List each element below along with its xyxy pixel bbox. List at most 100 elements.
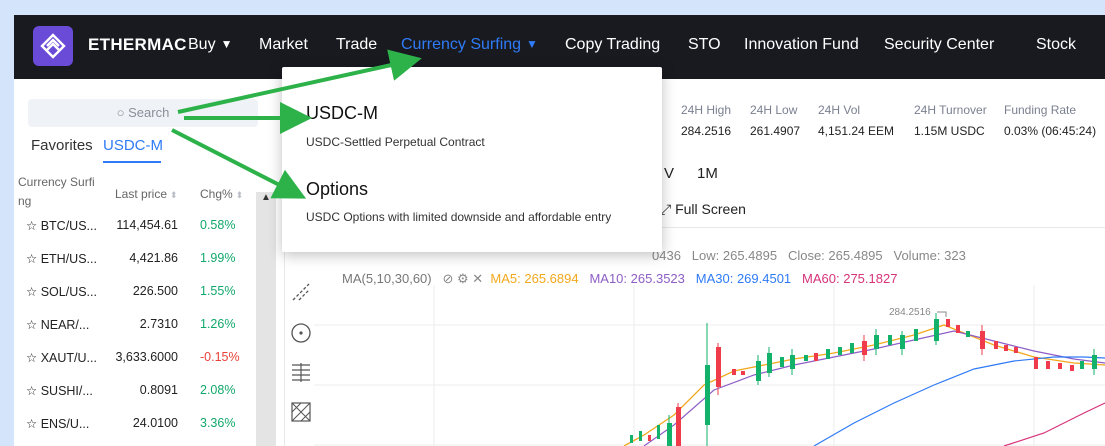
list-item[interactable]: ☆ NEAR/... 2.7310 1.26% xyxy=(14,309,254,342)
period-option[interactable]: V xyxy=(664,165,674,182)
caret-down-icon: ▼ xyxy=(526,37,538,51)
annotation-pointer xyxy=(937,311,947,317)
nav-innovation-fund[interactable]: Innovation Fund xyxy=(744,36,859,54)
list-item[interactable]: ☆ XAUT/U... 3,633.6000 -0.15% xyxy=(14,342,254,375)
menu-item-options-description: USDC Options with limited downside and a… xyxy=(306,210,612,224)
nav-copy-trading[interactable]: Copy Trading xyxy=(565,36,660,54)
nav-buy-label: Buy xyxy=(188,36,216,53)
stat-24h-low-value: 261.4907 xyxy=(750,124,801,138)
caret-down-icon: ▼ xyxy=(220,37,233,51)
ohlc-low-label: Low: xyxy=(691,248,720,263)
pair-symbol: ☆ ENS/U... xyxy=(26,416,89,431)
pair-symbol: ☆ ETH/US... xyxy=(26,251,97,266)
nav-currency-surfing[interactable]: Currency Surfing ▼ xyxy=(401,36,538,54)
nav-stock[interactable]: Stock xyxy=(1036,36,1076,54)
star-icon[interactable]: ☆ xyxy=(26,318,37,332)
pair-symbol-text: BTC/US... xyxy=(40,219,97,233)
tab-usdc-m[interactable]: USDC-M xyxy=(103,137,163,154)
list-item[interactable]: ☆ SOL/US... 226.500 1.55% xyxy=(14,276,254,309)
list-item[interactable]: ☆ ETH/US... 4,421.86 1.99% xyxy=(14,243,254,276)
pattern-tool-icon[interactable] xyxy=(290,401,312,423)
pair-change: -0.15% xyxy=(200,350,240,364)
sort-icon: ⬍ xyxy=(235,190,244,200)
trendline-tool-icon[interactable] xyxy=(290,281,312,303)
list-scrollbar[interactable] xyxy=(256,192,276,446)
pair-change: 3.36% xyxy=(200,416,236,430)
pair-symbol-text: ENS/U... xyxy=(40,417,90,431)
ma5-number: 265.6894 xyxy=(524,271,579,286)
pair-symbol: ☆ SUSHI/... xyxy=(26,383,93,398)
scroll-up-icon[interactable]: ▲ xyxy=(258,192,274,208)
candles xyxy=(630,313,1097,446)
ma30-line xyxy=(813,356,1105,446)
pair-price: 114,454.61 xyxy=(116,218,178,232)
stat-24h-high-value: 284.2516 xyxy=(681,124,732,138)
full-screen-label: Full Screen xyxy=(675,201,746,217)
list-item[interactable]: ☆ SUSHI/... 0.8091 2.08% xyxy=(14,375,254,408)
brand-name[interactable]: ETHERMAC xyxy=(88,35,187,55)
ohlc-readout: 0436 Low: 265.4895 Close: 265.4895 Volum… xyxy=(652,248,966,263)
pair-price: 24.0100 xyxy=(132,416,178,430)
ohlc-volume: 323 xyxy=(944,248,966,263)
ma60-label: MA60: xyxy=(802,271,840,286)
nav-currency-surfing-label: Currency Surfing xyxy=(401,36,522,53)
pair-price: 0.8091 xyxy=(139,383,178,397)
nav-trade[interactable]: Trade xyxy=(336,36,377,54)
search-placeholder: Search xyxy=(128,105,170,120)
ohlc-low: 265.4895 xyxy=(722,248,778,263)
full-screen-button[interactable]: ⤢ Full Screen xyxy=(660,201,746,218)
column-change-header[interactable]: Chg% ⬍ xyxy=(200,187,243,201)
pair-change: 2.08% xyxy=(200,383,236,397)
ma60-number: 275.1827 xyxy=(843,271,898,286)
high-price-annotation: 284.2516 xyxy=(889,307,931,318)
pair-change: 1.55% xyxy=(200,284,236,298)
sort-icon: ⬍ xyxy=(170,190,178,200)
ma30-value: MA30: 269.4501 xyxy=(696,271,791,286)
pair-symbol-text: SOL/US... xyxy=(40,285,97,299)
fibonacci-tool-icon[interactable] xyxy=(290,361,312,383)
nav-market[interactable]: Market xyxy=(259,36,308,54)
column-pair-header[interactable]: Currency Surfi ng xyxy=(18,175,95,208)
star-icon[interactable]: ☆ xyxy=(26,384,37,398)
market-list-panel: ○ Search Favorites USDC-M Currency Surfi… xyxy=(14,79,285,446)
stat-24h-low-label: 24H Low xyxy=(750,103,798,117)
pair-change: 0.58% xyxy=(200,218,236,232)
candlestick-chart[interactable]: 284.2516 xyxy=(314,285,1105,446)
star-icon[interactable]: ☆ xyxy=(26,351,37,365)
star-icon[interactable]: ☆ xyxy=(26,285,37,299)
column-last-price-header[interactable]: Last price ⬍ xyxy=(115,187,178,201)
ma30-number: 269.4501 xyxy=(736,271,792,286)
app-window: ETHERMAC Buy ▼ Market Trade Currency Surf… xyxy=(14,15,1105,446)
menu-item-options-title: Options xyxy=(306,179,369,199)
ma10-label: MA10: xyxy=(589,271,628,286)
ohlc-close-label: Close: xyxy=(787,248,825,263)
menu-item-usdc-m-title: USDC-M xyxy=(306,103,378,123)
close-icon[interactable]: ✕ xyxy=(472,271,483,286)
search-input[interactable]: ○ Search xyxy=(28,99,258,127)
list-item[interactable]: ☆ ENS/U... 24.0100 3.36% xyxy=(14,408,254,441)
tab-favorites[interactable]: Favorites xyxy=(31,137,93,154)
eye-off-icon[interactable]: ⊘ xyxy=(442,271,453,286)
stat-24h-vol-value: 4,151.24 EEM xyxy=(818,124,895,138)
list-item[interactable]: ☆ BTC/US... 114,454.61 0.58% xyxy=(14,210,254,243)
ethermac-logo-icon[interactable] xyxy=(33,26,73,66)
stat-funding-rate-label: Funding Rate xyxy=(1004,103,1077,117)
pair-symbol: ☆ XAUT/U... xyxy=(26,350,97,365)
search-icon: ○ xyxy=(116,105,125,120)
star-icon[interactable]: ☆ xyxy=(26,417,37,431)
star-icon[interactable]: ☆ xyxy=(26,219,37,233)
nav-sto[interactable]: STO xyxy=(688,36,721,54)
stat-24h-turnover-label: 24H Turnover xyxy=(914,103,987,117)
period-option-1m[interactable]: 1M xyxy=(697,165,718,182)
stat-funding-rate-value: 0.03% (06:45:24) xyxy=(1004,124,1097,138)
pair-symbol-text: SUSHI/... xyxy=(40,384,93,398)
circle-tool-icon[interactable] xyxy=(290,322,312,344)
nav-security-center[interactable]: Security Center xyxy=(884,36,994,54)
star-icon[interactable]: ☆ xyxy=(26,252,37,266)
column-pair-header-line2: ng xyxy=(18,194,32,208)
ohlc-close: 265.4895 xyxy=(828,248,883,263)
currency-surfing-dropdown: USDC-M USDC-Settled Perpetual Contract O… xyxy=(282,67,662,252)
settings-icon[interactable]: ⚙ xyxy=(457,271,469,286)
nav-buy[interactable]: Buy ▼ xyxy=(188,36,232,54)
ma10-value: MA10: 265.3523 xyxy=(589,271,684,286)
